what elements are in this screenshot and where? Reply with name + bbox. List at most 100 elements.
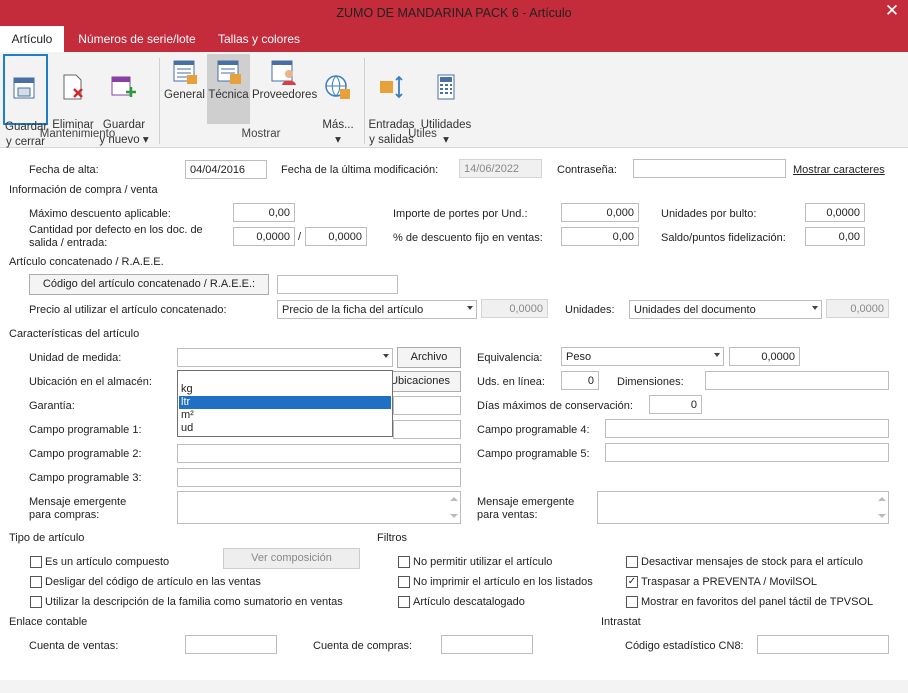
- campo5-field[interactable]: [605, 443, 889, 462]
- campo4-label: Campo programable 4:: [477, 424, 590, 436]
- mostrar-favoritos-label: Mostrar en favoritos del panel táctil de…: [641, 596, 874, 608]
- mensaje-compras-textarea[interactable]: [177, 491, 461, 524]
- close-icon[interactable]: ✕: [882, 2, 902, 22]
- max-descuento-field[interactable]: 0,00: [233, 203, 295, 222]
- unidad-medida-dropdown[interactable]: kg ltr m² ud: [177, 370, 393, 437]
- general-button[interactable]: General: [163, 54, 206, 124]
- cantidad-entrada-field[interactable]: 0,0000: [305, 227, 367, 246]
- desligar-checkbox[interactable]: [30, 576, 42, 588]
- tipo-articulo-section: Tipo de artículo: [9, 532, 85, 544]
- ubicaciones-button[interactable]: Ubicaciones: [385, 371, 461, 392]
- equivalencia-select[interactable]: Peso: [561, 347, 724, 366]
- campo3-field[interactable]: [177, 468, 461, 487]
- entradas-salidas-icon: [379, 75, 403, 99]
- campo3-label: Campo programable 3:: [29, 472, 142, 484]
- no-permitir-label: No permitir utilizar el artículo: [413, 556, 553, 568]
- contrasena-field[interactable]: [633, 159, 786, 178]
- cn8-field[interactable]: [757, 635, 889, 654]
- campo1-field[interactable]: [393, 420, 461, 439]
- equivalencia-field[interactable]: 0,0000: [729, 347, 800, 366]
- scroll-down-icon[interactable]: [878, 514, 886, 518]
- mas-button[interactable]: Más... ▾: [319, 54, 357, 146]
- filtros-section: Filtros: [377, 532, 407, 544]
- no-permitir-checkbox[interactable]: [398, 556, 410, 568]
- mostrar-caracteres-link[interactable]: Mostrar caracteres: [793, 164, 885, 176]
- uds-linea-label: Uds. en línea:: [477, 376, 545, 388]
- utilizar-descripcion-checkbox[interactable]: [30, 596, 42, 608]
- save-new-icon: [111, 76, 136, 97]
- guardar-cerrar-button[interactable]: Guardar y cerrar: [3, 54, 48, 148]
- general-icon: [173, 60, 197, 84]
- archivo-button[interactable]: Archivo: [397, 347, 461, 368]
- proveedores-button[interactable]: Proveedores: [252, 54, 317, 124]
- dropdown-option-ltr[interactable]: ltr: [179, 396, 391, 409]
- tecnica-icon: [217, 60, 241, 84]
- campo2-field[interactable]: [177, 444, 461, 463]
- codigo-concatenado-field[interactable]: [277, 275, 398, 294]
- saldo-puntos-label: Saldo/puntos fidelización:: [661, 232, 786, 244]
- dimensiones-field[interactable]: [705, 371, 889, 390]
- dropdown-option-ud[interactable]: ud: [179, 422, 391, 435]
- precio-concatenado-valor: 0,0000: [481, 299, 548, 318]
- descatalogado-checkbox[interactable]: [398, 596, 410, 608]
- cantidad-salida-field[interactable]: 0,0000: [233, 227, 295, 246]
- eliminar-button[interactable]: Eliminar: [51, 54, 95, 131]
- dropdown-option-m2[interactable]: m²: [179, 409, 391, 422]
- compuesto-checkbox[interactable]: [30, 556, 42, 568]
- chevron-down-icon: [383, 354, 389, 358]
- caracteristicas-section: Características del artículo: [9, 328, 140, 340]
- scroll-down-icon[interactable]: [450, 514, 458, 518]
- cantidad-separator: /: [298, 231, 302, 243]
- tecnica-label: Técnica: [208, 89, 249, 101]
- compuesto-label: Es un artículo compuesto: [45, 556, 170, 568]
- scroll-up-icon[interactable]: [450, 497, 458, 501]
- mensaje-ventas-textarea[interactable]: [597, 491, 889, 524]
- descuento-fijo-field[interactable]: 0,00: [561, 227, 639, 246]
- scrollbar[interactable]: [448, 492, 460, 523]
- precio-concatenado-select[interactable]: Precio de la ficha del artículo: [277, 300, 477, 319]
- desligar-label: Desligar del código de artículo en las v…: [45, 576, 261, 588]
- ver-composicion-button[interactable]: Ver composición: [223, 548, 360, 569]
- mostrar-favoritos-checkbox[interactable]: [626, 596, 638, 608]
- dropdown-option-kg[interactable]: kg: [179, 383, 391, 396]
- mensaje-ventas-label: Mensaje emergente para ventas:: [477, 496, 575, 521]
- campo1-label: Campo programable 1:: [29, 424, 142, 436]
- utilidades-button[interactable]: Utilidades ▾: [419, 54, 473, 146]
- unidades-value: Unidades del documento: [634, 304, 756, 316]
- contrasena-label: Contraseña:: [557, 164, 617, 176]
- tecnica-button[interactable]: Técnica: [207, 54, 250, 124]
- cuenta-ventas-field[interactable]: [185, 635, 277, 654]
- codigo-concatenado-button[interactable]: Código del artículo concatenado / R.A.E.…: [29, 274, 269, 295]
- garantia-field[interactable]: [393, 396, 461, 415]
- guardar-nuevo-button[interactable]: Guardar y nuevo ▾: [97, 54, 151, 146]
- unidad-medida-select[interactable]: [177, 348, 393, 367]
- unidades-select[interactable]: Unidades del documento: [629, 300, 822, 319]
- cuenta-compras-field[interactable]: [441, 635, 533, 654]
- proveedores-icon: [271, 60, 296, 85]
- fecha-alta-field[interactable]: 04/04/2016: [185, 160, 267, 179]
- globe-icon: [325, 75, 350, 99]
- portes-field[interactable]: 0,000: [561, 203, 639, 222]
- precio-concatenado-value: Precio de la ficha del artículo: [282, 304, 424, 316]
- general-label: General: [164, 89, 205, 101]
- window-title: ZUMO DE MANDARINA PACK 6 - Artículo: [336, 6, 572, 20]
- unidad-medida-label: Unidad de medida:: [29, 352, 122, 364]
- cantidad-defecto-label: Cantidad por defecto en los doc. de sali…: [29, 224, 203, 249]
- desactivar-stock-checkbox[interactable]: [626, 556, 638, 568]
- saldo-puntos-field[interactable]: 0,00: [805, 227, 865, 246]
- scrollbar[interactable]: [876, 492, 888, 523]
- cuenta-compras-label: Cuenta de compras:: [313, 640, 413, 652]
- scroll-up-icon[interactable]: [878, 497, 886, 501]
- tab-tallas-colores[interactable]: Tallas y colores: [212, 26, 306, 52]
- descatalogado-label: Artículo descatalogado: [413, 596, 525, 608]
- group-mostrar: Mostrar: [241, 128, 281, 140]
- traspasar-checkbox[interactable]: ✓: [626, 576, 638, 588]
- dias-conservacion-field[interactable]: 0: [649, 395, 702, 414]
- tab-numeros-serie[interactable]: Números de serie/lote: [72, 26, 202, 52]
- uds-linea-field[interactable]: 0: [561, 371, 599, 390]
- no-imprimir-checkbox[interactable]: [398, 576, 410, 588]
- tab-articulo[interactable]: Artículo: [0, 26, 64, 52]
- campo4-field[interactable]: [605, 419, 889, 438]
- entradas-salidas-button[interactable]: Entradas y salidas: [367, 54, 416, 146]
- unidades-bulto-field[interactable]: 0,0000: [805, 203, 865, 222]
